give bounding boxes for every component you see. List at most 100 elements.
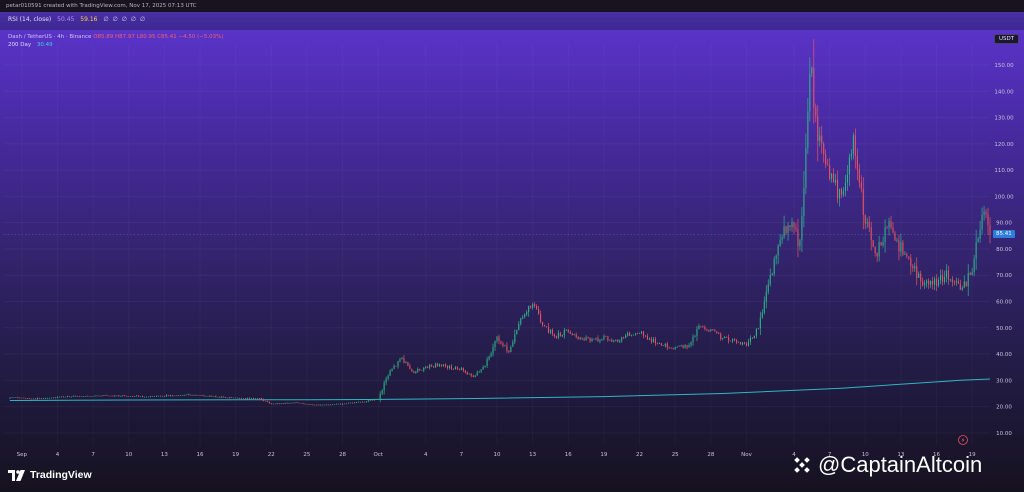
price-chart-svg[interactable]: 150.00 140.00 130.00 120.00 110.00 100.00 90.0… — [0, 30, 1024, 492]
candle-body — [108, 395, 110, 397]
candle-body — [411, 368, 413, 372]
candle-body — [254, 398, 256, 399]
candle-body — [78, 396, 80, 397]
candle-body — [684, 345, 686, 348]
candle-body — [342, 403, 344, 405]
candle-body — [914, 266, 916, 269]
candle-body — [615, 339, 617, 341]
candle-body — [741, 342, 744, 345]
candle-body — [639, 333, 641, 334]
candle-body — [809, 73, 811, 112]
candle-body — [896, 240, 898, 241]
candle-body — [892, 227, 894, 233]
candle-body — [567, 329, 569, 333]
candle-body — [631, 335, 633, 336]
rsi-value-1: 50.45 — [57, 16, 75, 23]
rsi-pane[interactable]: RSI (14, close) 50.45 59.16 ∅ ∅ ∅ ∅ ∅ — [0, 12, 1024, 31]
candle-body — [54, 397, 57, 398]
candle-body — [126, 396, 128, 397]
candle-body — [738, 342, 740, 343]
candle-body — [138, 395, 140, 397]
candle-body — [932, 280, 934, 285]
candle-body — [427, 366, 429, 368]
candle-body — [751, 337, 753, 339]
candle-body — [969, 273, 971, 275]
candle-body — [62, 396, 64, 398]
candle-body — [365, 401, 367, 402]
price-chart-pane[interactable]: 150.00 140.00 130.00 120.00 110.00 100.00 90.0… — [0, 30, 1024, 492]
candle-body — [819, 135, 821, 141]
candle-body — [246, 397, 249, 399]
candle-body — [37, 398, 39, 399]
candle-body — [415, 371, 417, 374]
candle-body — [72, 396, 74, 397]
candle-body — [775, 255, 777, 259]
rsi-visibility-icons[interactable]: ∅ ∅ ∅ ∅ ∅ — [103, 16, 146, 23]
candle-body — [496, 336, 498, 341]
candle-body — [646, 336, 649, 340]
candle-body — [625, 335, 627, 339]
candle-body — [633, 334, 635, 336]
rsi-legend: RSI (14, close) 50.45 59.16 ∅ ∅ ∅ ∅ ∅ — [8, 16, 146, 23]
candle-body — [340, 403, 342, 405]
candle-body — [233, 397, 235, 399]
candle-body — [516, 330, 518, 335]
candle-body — [595, 338, 597, 340]
currency-button[interactable]: USDT — [994, 34, 1020, 44]
candle-body — [60, 396, 62, 398]
candle-body — [199, 395, 201, 396]
candle-body — [581, 337, 583, 339]
candle-body — [363, 401, 365, 403]
candle-body — [120, 395, 122, 397]
candle-body — [734, 338, 736, 341]
candle-body — [193, 394, 195, 396]
candle-body — [237, 397, 239, 399]
candle-body — [666, 343, 668, 348]
candle-body — [177, 395, 179, 396]
candle-body — [575, 334, 577, 338]
candle-body — [209, 395, 211, 397]
candle-body — [530, 305, 532, 308]
candle-body — [730, 340, 732, 342]
candle-body — [217, 396, 219, 398]
candle-body — [227, 397, 229, 399]
candle-body — [153, 396, 156, 397]
y-tick-label: 10.00 — [996, 431, 1012, 437]
candle-body — [518, 324, 520, 331]
ohlc-values: O85.89 H87.97 L80.95 C85.41 −4.50 (−5.03… — [93, 34, 224, 40]
tradingview-brand[interactable]: TradingView — [8, 469, 92, 481]
watermark-text: @CaptainAltcoin — [818, 452, 983, 477]
candle-body — [306, 404, 308, 405]
candle-body — [947, 270, 949, 280]
symbol-label[interactable]: Dash / TetherUS · 4h · Binance — [8, 34, 91, 40]
candle-body — [470, 373, 472, 376]
candle-body — [151, 396, 154, 397]
candle-body — [80, 396, 82, 397]
candle-body — [844, 182, 847, 191]
candle-body — [245, 398, 247, 399]
candle-body — [856, 156, 858, 170]
candle-body — [66, 396, 68, 397]
candle-body — [96, 395, 98, 397]
candle-body — [444, 364, 447, 367]
x-tick-label: 7 — [91, 452, 95, 458]
candle-body — [441, 364, 443, 366]
candle-body — [488, 356, 490, 360]
candle-body — [640, 331, 643, 334]
candle-body — [941, 275, 944, 282]
x-tick-label: 10 — [125, 452, 132, 458]
candle-body — [165, 395, 167, 397]
x-tick-label: 25 — [303, 452, 310, 458]
candle-body — [803, 188, 805, 216]
candle-body — [716, 331, 718, 334]
candle-body — [989, 225, 991, 235]
candle-body — [674, 346, 676, 349]
candle-body — [904, 254, 906, 255]
ma-label[interactable]: 200 Day — [8, 42, 31, 48]
candle-body — [813, 67, 815, 108]
candle-body — [745, 343, 748, 346]
x-tick-label: Nov — [741, 452, 752, 458]
candle-body — [831, 173, 833, 179]
candle-body — [128, 396, 130, 397]
candle-body — [619, 340, 621, 342]
